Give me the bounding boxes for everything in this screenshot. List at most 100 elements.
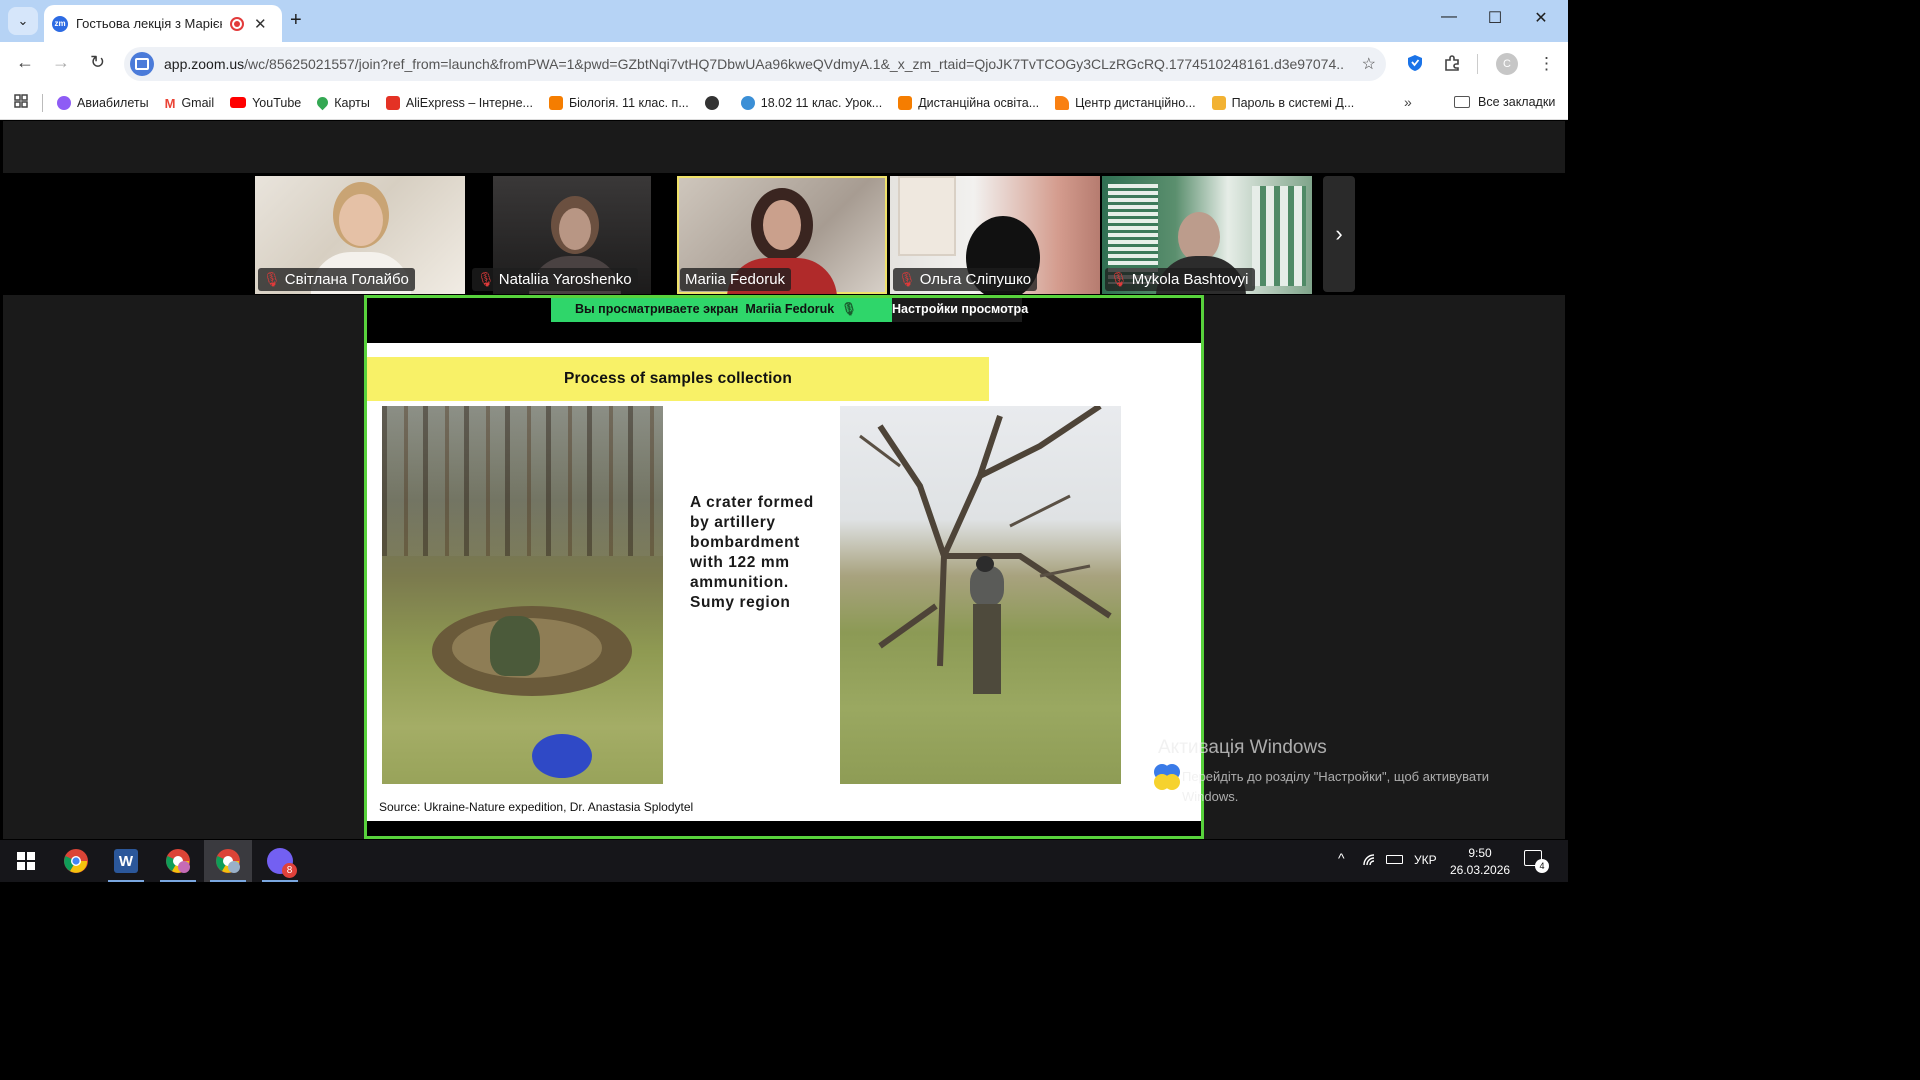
url-text[interactable]: app.zoom.us/wc/85625021557/join?ref_from… bbox=[164, 56, 1344, 72]
participant-tile[interactable]: 🎙︎ Mykola Bashtovyi bbox=[1102, 176, 1312, 294]
view-options-button[interactable]: Настройки просмотра bbox=[892, 298, 1028, 322]
taskbar-word[interactable]: W bbox=[102, 840, 150, 882]
mic-muted-icon: 🎙︎ bbox=[477, 271, 495, 287]
bookmark-aviasales[interactable]: Авиабилеты bbox=[57, 95, 149, 110]
all-bookmarks-button[interactable]: Все закладки bbox=[1454, 95, 1555, 109]
aviasales-icon bbox=[57, 95, 71, 110]
mic-muted-icon: 🎙︎ bbox=[898, 271, 916, 287]
show-hidden-icons-button[interactable]: ^ bbox=[1338, 850, 1345, 866]
tab-search-button[interactable]: ⌄ bbox=[8, 7, 38, 35]
recording-indicator-icon bbox=[230, 16, 244, 31]
lock-page-icon bbox=[1211, 95, 1226, 110]
bookmark-password[interactable]: Пароль в системі Д... bbox=[1211, 95, 1354, 110]
bookmark-globe[interactable] bbox=[704, 95, 725, 110]
viewing-screen-label: Вы просматриваете экран Mariia Fedoruk 🎙… bbox=[551, 298, 892, 322]
participant-video bbox=[898, 176, 956, 256]
taskbar-chrome[interactable] bbox=[52, 840, 100, 882]
close-window-button[interactable]: ✕ bbox=[1518, 8, 1564, 28]
blogger-icon bbox=[898, 95, 913, 110]
bookmark-lesson[interactable]: 18.02 11 клас. Урок... bbox=[740, 95, 882, 110]
participant-tile[interactable]: 🎙︎ Ольга Сліпушко bbox=[890, 176, 1100, 294]
network-icon[interactable] bbox=[1362, 853, 1378, 870]
participant-tile[interactable]: 🎙︎ Світлана Голайбо bbox=[255, 176, 465, 294]
shared-screen[interactable]: Вы просматриваете экран Mariia Fedoruk 🎙… bbox=[364, 295, 1204, 839]
participant-name-label: 🎙︎ Mykola Bashtovyi bbox=[1105, 268, 1255, 291]
shield-extension-icon[interactable] bbox=[1406, 54, 1424, 77]
notifications-button[interactable]: 4 bbox=[1524, 850, 1549, 873]
person bbox=[490, 616, 540, 676]
forward-button[interactable]: → bbox=[52, 52, 70, 73]
new-tab-button[interactable]: + bbox=[290, 9, 302, 32]
bookmark-maps[interactable]: Карты bbox=[314, 94, 370, 111]
participant-name-label: 🎙︎ Ольга Сліпушко bbox=[893, 268, 1038, 291]
taskbar-clock[interactable]: 9:50 26.03.2026 bbox=[1450, 845, 1510, 879]
bookmarks-divider bbox=[42, 93, 43, 112]
aliexpress-icon bbox=[385, 95, 400, 110]
viber-icon: 8 bbox=[267, 848, 297, 878]
slide-source: Source: Ukraine-Nature expedition, Dr. A… bbox=[379, 800, 694, 814]
wordpress-icon bbox=[740, 95, 755, 110]
bookmark-distance-education[interactable]: Дистанційна освіта... bbox=[898, 95, 1039, 110]
bookmark-distance-center[interactable]: Центр дистанційно... bbox=[1055, 95, 1196, 110]
apps-grid-icon[interactable] bbox=[14, 93, 28, 112]
minimize-window-button[interactable]: — bbox=[1426, 8, 1472, 26]
participant-name-label: Mariia Fedoruk bbox=[680, 268, 792, 291]
participant-name-label: 🎙︎ Світлана Голайбо bbox=[258, 268, 415, 291]
browser-toolbar: ← → ↻ app.zoom.us/wc/85625021557/join?re… bbox=[0, 42, 1568, 86]
taskbar-chrome-profile-active[interactable] bbox=[204, 840, 252, 882]
slide-caption: A crater formed by artillery bombardment… bbox=[690, 494, 814, 611]
bookmarks-bar: Авиабилеты M Gmail YouTube Карты AliExpre… bbox=[0, 86, 1568, 120]
notification-icon: 4 bbox=[1524, 850, 1549, 873]
chevron-right-icon: › bbox=[1335, 221, 1343, 246]
slide-title: Process of samples collection bbox=[367, 357, 989, 401]
battery-icon[interactable] bbox=[1386, 853, 1403, 864]
person bbox=[970, 566, 1004, 606]
address-bar[interactable]: app.zoom.us/wc/85625021557/join?ref_from… bbox=[124, 47, 1386, 81]
forest-crater-photo bbox=[382, 406, 663, 784]
chrome-menu-icon[interactable]: ⋮ bbox=[1538, 54, 1555, 74]
start-button[interactable] bbox=[2, 840, 50, 882]
mic-muted-icon: 🎙︎ bbox=[1110, 271, 1128, 287]
taskbar-viber[interactable]: 8 bbox=[256, 840, 304, 882]
bookmark-star-icon[interactable]: ☆ bbox=[1362, 54, 1376, 74]
tab-title: Гостьова лекція з Марією bbox=[76, 16, 222, 31]
browser-titlebar: ⌄ zm Гостьова лекція з Марією ✕ + — ☐ ✕ bbox=[0, 0, 1568, 42]
zoom-favicon-icon: zm bbox=[52, 15, 68, 32]
toolbar-divider bbox=[1477, 54, 1478, 74]
back-button[interactable]: ← bbox=[16, 52, 34, 73]
next-participants-button[interactable]: › bbox=[1323, 176, 1355, 292]
folder-icon bbox=[1454, 96, 1470, 108]
presentation-slide: Process of samples collection A crater f… bbox=[367, 343, 1201, 821]
chrome-icon bbox=[64, 849, 88, 873]
maximize-window-button[interactable]: ☐ bbox=[1472, 8, 1518, 28]
participant-strip: 🎙︎ Світлана Голайбо 🎙︎ Nataliia Yaroshenko… bbox=[3, 173, 1565, 295]
bookmark-youtube[interactable]: YouTube bbox=[230, 96, 301, 110]
more-bookmarks-button[interactable]: » bbox=[1404, 94, 1412, 110]
windows-logo-icon bbox=[17, 852, 35, 870]
language-indicator[interactable]: УКР bbox=[1414, 853, 1437, 867]
participant-video bbox=[1178, 212, 1220, 262]
bookmark-biology[interactable]: Біологія. 11 клас. п... bbox=[548, 95, 689, 110]
blogger-icon bbox=[548, 95, 563, 110]
windows-taskbar: W 8 ^ УКР 9:50 26.03.2026 4 bbox=[0, 840, 1568, 882]
field-tree-photo bbox=[840, 406, 1121, 784]
browser-tab-zoom[interactable]: zm Гостьова лекція з Марією ✕ bbox=[44, 5, 282, 42]
participant-tile[interactable]: 🎙︎ Nataliia Yaroshenko bbox=[469, 176, 679, 294]
extensions-puzzle-icon[interactable] bbox=[1443, 54, 1461, 77]
viber-badge: 8 bbox=[282, 863, 297, 878]
participant-name-label: 🎙︎ Nataliia Yaroshenko bbox=[472, 268, 638, 291]
share-status-bar: Вы просматриваете экран Mariia Fedoruk 🎙… bbox=[551, 298, 1028, 322]
close-tab-icon[interactable]: ✕ bbox=[254, 15, 267, 33]
zoom-meeting-area: 🎙︎ Світлана Голайбо 🎙︎ Nataliia Yaroshenko… bbox=[3, 121, 1565, 839]
bookmark-gmail[interactable]: M Gmail bbox=[165, 96, 215, 111]
profile-avatar[interactable]: C bbox=[1496, 53, 1518, 75]
windows-activation-watermark: Активація Windows Перейдіть до розділу "… bbox=[1158, 737, 1490, 804]
taskbar-chrome-profile[interactable] bbox=[154, 840, 202, 882]
globe-icon bbox=[704, 95, 719, 110]
chevron-down-icon: ⌄ bbox=[17, 13, 29, 28]
reload-button[interactable]: ↻ bbox=[90, 52, 105, 73]
zoom-site-icon[interactable] bbox=[130, 52, 154, 76]
bookmark-aliexpress[interactable]: AliExpress – Інтерне... bbox=[385, 95, 533, 110]
mic-muted-icon: 🎙︎ bbox=[837, 302, 858, 316]
participant-tile-active-speaker[interactable]: Mariia Fedoruk bbox=[677, 176, 887, 294]
